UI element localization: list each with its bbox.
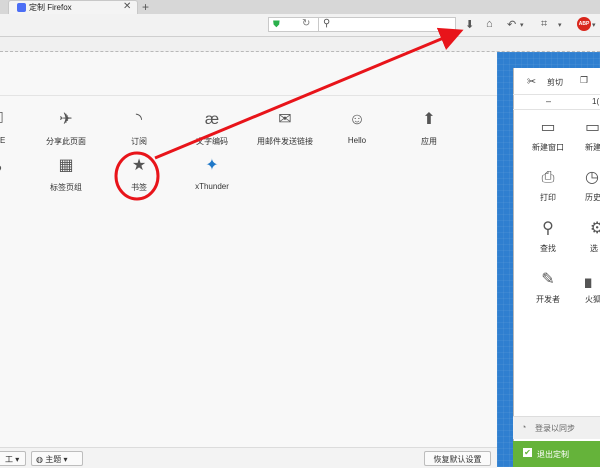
annotation-circle xyxy=(114,151,160,201)
annotation-arrow xyxy=(154,27,464,160)
annotation-overlay xyxy=(114,27,464,201)
